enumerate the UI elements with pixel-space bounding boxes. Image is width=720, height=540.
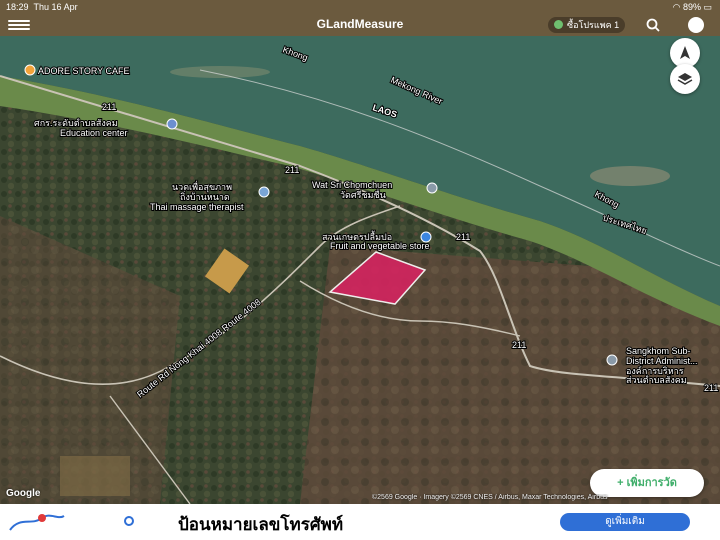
ad-text: ป้อนหมายเลขโทรศัพท์ [178, 515, 344, 534]
layers-icon[interactable] [670, 64, 700, 94]
massage-label-en[interactable]: Thai massage therapist [149, 201, 245, 213]
sandbar [590, 166, 670, 186]
spa-pin-icon[interactable] [258, 186, 270, 198]
route-shield-5: 211 [704, 383, 718, 393]
admin-label-2[interactable]: District Administ... [625, 355, 699, 367]
cafe-pin-icon[interactable] [24, 64, 36, 76]
route-shield-1: 211 [102, 102, 116, 112]
temple-label[interactable]: Wat Sri Chomchuen [311, 179, 393, 191]
buy-pro-label: ซื้อโปรแพค 1 [567, 20, 620, 30]
status-time: 18:29 [6, 2, 29, 12]
search-icon[interactable] [646, 18, 660, 32]
ad-banner[interactable]: ป้อนหมายเลขโทรศัพท์ ดูเพิ่มเติม [0, 504, 720, 540]
gov-pin-icon[interactable] [606, 354, 618, 366]
ad-map-thumbnail [6, 506, 66, 538]
school-pin-icon[interactable] [166, 118, 178, 130]
add-measurement-button[interactable]: + เพิ่มการวัด [590, 469, 704, 497]
status-date: Thu 16 Apr [33, 2, 78, 12]
farm-patch [60, 456, 130, 496]
cafe-label[interactable]: ADORE STORY CAFE [37, 65, 131, 77]
route-shield-2: 211 [285, 165, 299, 175]
google-logo: Google [6, 488, 41, 499]
battery-level: 89% [682, 2, 701, 12]
route-shield-4: 211 [512, 340, 526, 350]
wifi-icon: ◠ [672, 2, 681, 12]
edu-label-th[interactable]: ศกร.ระดับตำบลสังคม [33, 117, 119, 129]
map-attribution[interactable]: ©2569 Google · Imagery ©2569 CNES / Airb… [372, 494, 718, 501]
massage-label-th2[interactable]: ถิ่งบ้านหนาด [179, 189, 231, 203]
map-type-icon[interactable] [688, 17, 704, 33]
ad-more-button[interactable]: ดูเพิ่มเติม [560, 513, 690, 531]
satellite-map[interactable]: ADORE STORY CAFE ศกร.ระดับตำบลสังคม Educ… [0, 36, 720, 504]
status-bar: 18:29 Thu 16 Apr ◠ 89% ▭ [0, 0, 720, 14]
buy-pro-button[interactable]: ซื้อโปรแพค 1 [548, 17, 626, 33]
battery-icon: ▭ [703, 2, 712, 12]
shop-pin-icon[interactable] [420, 231, 432, 243]
sandbar-2 [170, 66, 270, 78]
admin-label-th2[interactable]: ส่วนตำบลสังคม [625, 374, 688, 386]
pro-icon [554, 20, 563, 29]
temple-label-th[interactable]: วัดศรีชมชื่น [339, 187, 387, 201]
status-battery: ◠ 89% ▭ [673, 0, 712, 14]
map-canvas[interactable]: ADORE STORY CAFE ศกร.ระดับตำบลสังคม Educ… [0, 36, 720, 504]
ad-radio-icon [124, 516, 134, 526]
edu-label-en[interactable]: Education center [59, 127, 129, 139]
status-time-date: 18:29 Thu 16 Apr [6, 0, 78, 14]
temple-pin-icon[interactable] [426, 182, 438, 194]
garden-label-en[interactable]: Fruit and vegetable store [329, 240, 431, 252]
route-shield-3: 211 [456, 232, 470, 242]
admin-label[interactable]: Sangkhom Sub- [625, 345, 692, 357]
top-navbar: GLandMeasure ซื้อโปรแพค 1 [0, 14, 720, 36]
